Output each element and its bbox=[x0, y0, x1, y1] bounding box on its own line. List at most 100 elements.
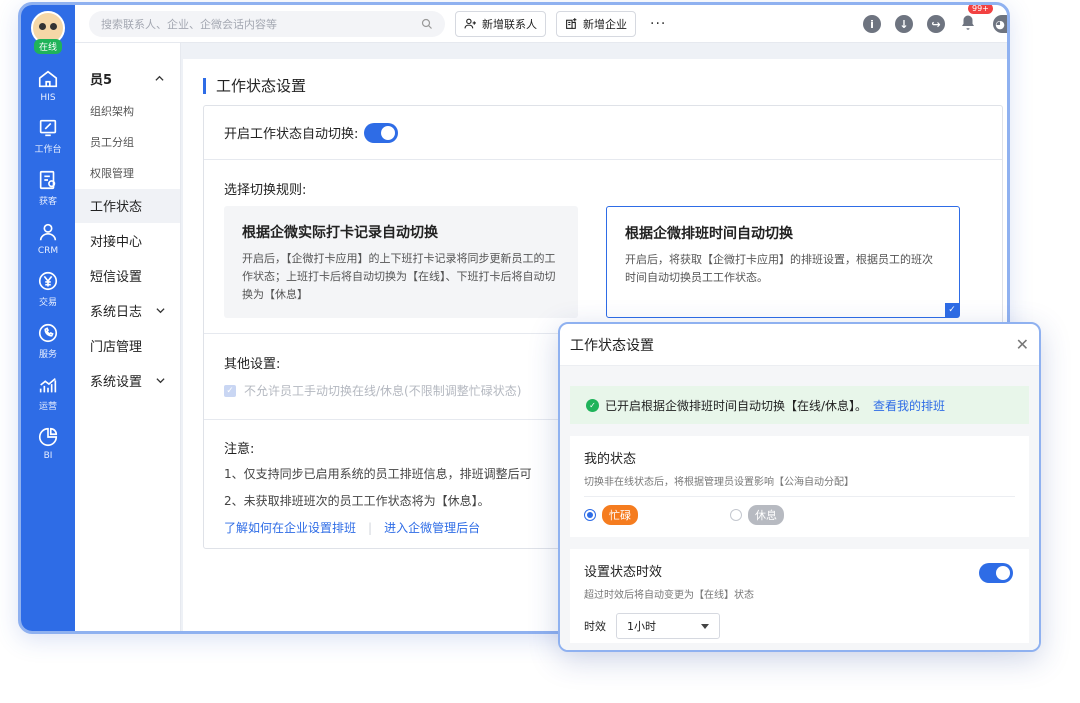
timing-title: 设置状态时效 bbox=[584, 565, 663, 580]
status-timing-panel: 设置状态时效 超过时效后将自动变更为【在线】状态 时效 1小时 bbox=[570, 549, 1029, 643]
link-separator: | bbox=[368, 520, 373, 535]
menu-item-label: 门店管理 bbox=[90, 340, 143, 355]
my-status-subtitle: 切换非在线状态后，将根据管理员设置影响【公海自动分配】 bbox=[584, 477, 854, 488]
yen-icon bbox=[38, 271, 58, 291]
share-icon[interactable]: ↪ bbox=[927, 15, 945, 33]
menu-item-system[interactable]: 系统设置 bbox=[75, 363, 180, 398]
nav-label: 运营 bbox=[38, 402, 57, 412]
menu-item-sms[interactable]: 短信设置 bbox=[75, 258, 180, 293]
phone-icon bbox=[38, 323, 58, 343]
nav-label: 获客 bbox=[38, 197, 57, 207]
menu-group-label: 员5 bbox=[90, 73, 113, 88]
nav-label: HIS bbox=[40, 93, 56, 103]
nav-item-bi[interactable]: BI bbox=[21, 426, 75, 461]
schedule-help-link[interactable]: 了解如何在企业设置排班 bbox=[224, 519, 356, 536]
notice-text: 已开启根据企微排班时间自动切换【在线/休息】。 bbox=[605, 398, 868, 413]
duration-select[interactable]: 1小时 bbox=[616, 613, 720, 639]
rule-description: 开启后，将获取【企微打卡应用】的排班设置，根据员工的班次时间自动切换员工工作状态… bbox=[625, 253, 933, 284]
auto-switch-label: 开启工作状态自动切换: bbox=[224, 127, 359, 142]
chevron-down-icon bbox=[156, 378, 165, 384]
nav-item-trade[interactable]: 交易 bbox=[21, 270, 75, 308]
bell-icon bbox=[962, 15, 974, 30]
title-accent-bar bbox=[203, 77, 206, 94]
chart-icon bbox=[39, 377, 57, 393]
menu-item-logs[interactable]: 系统日志 bbox=[75, 293, 180, 328]
chevron-down-icon bbox=[156, 308, 165, 314]
divider bbox=[584, 496, 1015, 497]
nav-item-acquire[interactable]: 获客 bbox=[21, 169, 75, 207]
view-schedule-link[interactable]: 查看我的排班 bbox=[873, 397, 945, 414]
menu-item-staff-group[interactable]: 员工分组 bbox=[75, 127, 180, 158]
rule-option-clock-in[interactable]: 根据企微实际打卡记录自动切换 开启后，【企微打卡应用】的上下班打卡记录将同步更新… bbox=[224, 206, 578, 318]
nav-label: 服务 bbox=[38, 350, 57, 360]
status-options: 忙碌 休息 bbox=[584, 505, 1015, 525]
add-user-icon bbox=[464, 18, 476, 29]
radio-rest[interactable] bbox=[730, 509, 742, 521]
menu-group-staff[interactable]: 员5 bbox=[75, 43, 180, 96]
chevron-up-icon bbox=[155, 75, 164, 81]
add-contact-label: 新增联系人 bbox=[482, 17, 537, 31]
settings-side-menu: 员5 组织架构 员工分组 权限管理 工作状态 对接中心 短信设置 系统日志 门店… bbox=[75, 43, 181, 631]
status-busy-tag[interactable]: 忙碌 bbox=[602, 505, 638, 525]
more-menu-button[interactable]: ··· bbox=[650, 16, 666, 32]
nav-label: BI bbox=[43, 451, 53, 461]
status-rest-tag[interactable]: 休息 bbox=[748, 505, 784, 525]
search-placeholder: 搜索联系人、企业、企微会话内容等 bbox=[101, 17, 277, 31]
rules-label: 选择切换规则: bbox=[224, 183, 307, 198]
page-title-row: 工作状态设置 bbox=[183, 59, 1007, 96]
menu-item-label: 短信设置 bbox=[90, 270, 143, 285]
page-title: 工作状态设置 bbox=[216, 77, 307, 95]
nav-item-workbench[interactable]: 工作台 bbox=[21, 117, 75, 155]
dialog-title: 工作状态设置 bbox=[570, 337, 654, 354]
menu-item-permissions[interactable]: 权限管理 bbox=[75, 158, 180, 189]
caret-down-icon bbox=[701, 623, 709, 629]
work-status-dialog: 工作状态设置 ✕ ✓ 已开启根据企微排班时间自动切换【在线/休息】。 查看我的排… bbox=[558, 322, 1041, 652]
search-input[interactable]: 搜索联系人、企业、企微会话内容等 bbox=[89, 10, 445, 37]
wechat-icon[interactable]: ◕ bbox=[993, 15, 1007, 33]
rule-title: 根据企微实际打卡记录自动切换 bbox=[242, 225, 438, 241]
checkbox-icon: ✓ bbox=[224, 384, 236, 397]
menu-item-stores[interactable]: 门店管理 bbox=[75, 328, 180, 363]
my-status-panel: 我的状态 切换非在线状态后，将根据管理员设置影响【公海自动分配】 忙碌 休息 bbox=[570, 436, 1029, 537]
close-icon[interactable]: ✕ bbox=[1016, 335, 1029, 354]
timing-subtitle: 超过时效后将自动变更为【在线】状态 bbox=[584, 590, 754, 601]
menu-item-label: 对接中心 bbox=[90, 235, 143, 250]
nav-item-crm[interactable]: CRM bbox=[21, 221, 75, 256]
pie-icon bbox=[38, 427, 58, 447]
add-company-icon bbox=[566, 18, 577, 29]
duration-value: 1小时 bbox=[627, 620, 656, 633]
duration-row: 时效 1小时 bbox=[584, 613, 1015, 639]
download-icon[interactable]: ↓ bbox=[895, 15, 913, 33]
auto-switch-toggle[interactable] bbox=[364, 122, 399, 143]
schedule-notice: ✓ 已开启根据企微排班时间自动切换【在线/休息】。 查看我的排班 bbox=[570, 386, 1029, 424]
left-nav: 在线 HIS 工作台 获客 CRM 交易 服务 运营 BI bbox=[21, 5, 75, 631]
rule-option-schedule[interactable]: 根据企微排班时间自动切换 开启后，将获取【企微打卡应用】的排班设置，根据员工的班… bbox=[606, 206, 960, 318]
nav-label: CRM bbox=[37, 246, 59, 256]
manual-switch-option[interactable]: ✓ 不允许员工手动切换在线/休息(不限制调整忙碌状态) bbox=[224, 382, 521, 399]
nav-item-operations[interactable]: 运营 bbox=[21, 374, 75, 412]
nav-item-service[interactable]: 服务 bbox=[21, 322, 75, 360]
online-status-badge: 在线 bbox=[33, 39, 62, 54]
wecom-admin-link[interactable]: 进入企微管理后台 bbox=[384, 519, 480, 536]
rules-section: 选择切换规则: 根据企微实际打卡记录自动切换 开启后，【企微打卡应用】的上下班打… bbox=[204, 160, 1002, 334]
duration-label: 时效 bbox=[584, 620, 606, 633]
dialog-body: ✓ 已开启根据企微排班时间自动切换【在线/休息】。 查看我的排班 我的状态 切换… bbox=[560, 366, 1039, 650]
auto-switch-section: 开启工作状态自动切换: bbox=[204, 106, 1002, 160]
menu-item-docking[interactable]: 对接中心 bbox=[75, 223, 180, 258]
dialog-header: 工作状态设置 ✕ bbox=[560, 324, 1039, 366]
radio-busy[interactable] bbox=[584, 509, 596, 521]
home-icon bbox=[38, 70, 58, 88]
nav-item-his[interactable]: HIS bbox=[21, 68, 75, 103]
menu-item-org[interactable]: 组织架构 bbox=[75, 96, 180, 127]
menu-item-work-status[interactable]: 工作状态 bbox=[75, 189, 180, 223]
add-company-button[interactable]: 新增企业 bbox=[556, 10, 636, 37]
add-contact-button[interactable]: 新增联系人 bbox=[455, 10, 546, 37]
info-icon[interactable]: i bbox=[863, 15, 881, 33]
timing-toggle[interactable] bbox=[979, 563, 1013, 583]
menu-item-label: 系统设置 bbox=[90, 375, 143, 390]
other-settings-label: 其他设置: bbox=[224, 357, 281, 372]
nav-label: 工作台 bbox=[34, 145, 62, 155]
check-circle-icon: ✓ bbox=[586, 398, 599, 412]
menu-item-label: 系统日志 bbox=[90, 305, 143, 320]
notification-button[interactable]: 99+ bbox=[959, 5, 994, 34]
